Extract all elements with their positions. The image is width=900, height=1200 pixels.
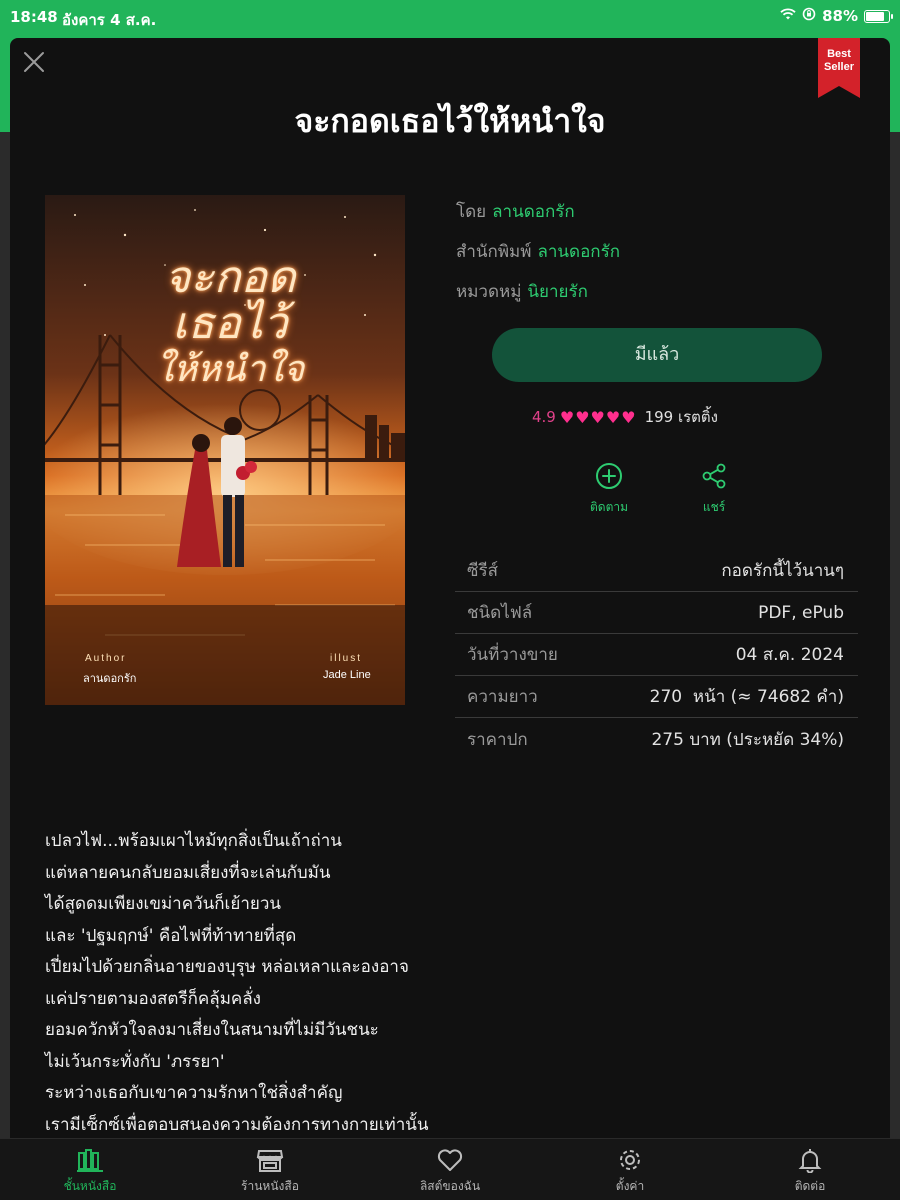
detail-row-file-type: ชนิดไฟล์ PDF, ePub xyxy=(455,592,858,634)
cover-title-line-3: ให้หนำใจ xyxy=(155,349,305,390)
cover-title-art: จะกอด เธอไว้ ให้หนำใจ xyxy=(115,255,345,393)
nav-contact[interactable]: ติดต่อ xyxy=(750,1147,870,1196)
battery-level xyxy=(866,11,885,21)
book-detail-sheet: Best Seller จะกอดเธอไว้ให้หนำใจ จะกอด เธ… xyxy=(10,38,890,1138)
synopsis-line: แค่ปรายตามองสตรีก็คลุ้มคลั่ง xyxy=(45,988,261,1009)
owned-button[interactable]: มีแล้ว xyxy=(492,328,822,382)
heart-icon xyxy=(437,1149,463,1171)
publisher-label: สำนักพิมพ์ xyxy=(456,242,532,262)
book-cover: จะกอด เธอไว้ ให้หนำใจ Author ลานดอกรัก i… xyxy=(45,195,405,705)
detail-value: กอดรักนี้ไว้นานๆ xyxy=(721,561,844,581)
nav-my-list[interactable]: ลิสต์ของฉัน xyxy=(390,1147,510,1196)
author-label: โดย xyxy=(456,202,487,222)
rating-row[interactable]: 4.9 ♥♥♥♥♥ 199 เรตติ้ง xyxy=(532,405,718,429)
orientation-lock-icon xyxy=(802,7,816,25)
nav-bookstore[interactable]: ร้านหนังสือ xyxy=(210,1147,330,1196)
nav-label: ตั้งค่า xyxy=(615,1179,645,1193)
best-seller-badge: Best Seller xyxy=(818,38,860,98)
detail-key: ราคาปก xyxy=(467,729,528,750)
cover-title-line-2: เธอไว้ xyxy=(172,298,288,349)
synopsis-line: เปี่ยมไปด้วยกลิ่นอายของบุรุษ หล่อเหลาและ… xyxy=(45,957,409,977)
battery-icon xyxy=(864,9,893,23)
bell-icon xyxy=(798,1149,822,1173)
synopsis-line: ได้สูดดมเพียงเขม่าควันก็เย้ายวน xyxy=(45,894,281,914)
badge-line-1: Best xyxy=(827,48,851,60)
cover-author-name: ลานดอกรัก xyxy=(83,672,137,685)
synopsis-line: แต่หลายคนกลับยอมเสี่ยงที่จะเล่นกับมัน xyxy=(45,862,331,883)
synopsis-line: เรามีเซ็กซ์เพื่อตอบสนองความต้องการทางกาย… xyxy=(45,1114,429,1135)
detail-row-release-date: วันที่วางขาย 04 ส.ค. 2024 xyxy=(455,634,858,676)
follow-label: ติดตาม xyxy=(589,500,629,514)
rating-count: 199 เรตติ้ง xyxy=(644,408,718,426)
close-icon xyxy=(24,52,44,72)
synopsis: เปลวไฟ...พร้อมเผาไหม้ทุกสิ่งเป็นเถ้าถ่าน… xyxy=(45,826,865,1138)
rating-score: 4.9 xyxy=(532,408,556,426)
battery-percent: 88% xyxy=(822,7,858,25)
detail-value: 04 ส.ค. 2024 xyxy=(735,645,844,665)
page-title: จะกอดเธอไว้ให้หนำใจ xyxy=(294,102,606,140)
detail-row-price: ราคาปก 275 บาท (ประหยัด 34%) xyxy=(455,718,858,760)
category-label: หมวดหมู่ xyxy=(456,282,522,302)
detail-row-length: ความยาว 270 หน้า (≈ 74682 คำ) xyxy=(455,676,858,718)
synopsis-line: เปลวไฟ...พร้อมเผาไหม้ทุกสิ่งเป็นเถ้าถ่าน xyxy=(45,831,342,851)
cover-illust-name: Jade Line xyxy=(323,669,371,681)
author-link[interactable]: ลานดอกรัก xyxy=(492,202,575,222)
nav-label: ติดต่อ xyxy=(794,1179,826,1193)
author-row: โดย ลานดอกรัก xyxy=(456,198,575,225)
synopsis-line: ไม่เว้นกระทั่งกับ 'ภรรยา' xyxy=(45,1051,225,1072)
detail-row-series[interactable]: ซีรีส์ กอดรักนี้ไว้นานๆ xyxy=(455,550,858,592)
category-link[interactable]: นิยายรัก xyxy=(527,282,588,302)
share-button[interactable]: แชร์ xyxy=(679,462,749,517)
detail-value: 275 บาท (ประหยัด 34%) xyxy=(651,729,844,750)
nav-settings[interactable]: ตั้งค่า xyxy=(570,1147,690,1196)
nav-label: ชั้นหนังสือ xyxy=(63,1179,117,1193)
publisher-row: สำนักพิมพ์ ลานดอกรัก xyxy=(456,238,620,265)
synopsis-line: ยอมควักหัวใจลงมาเสี่ยงในสนามที่ไม่มีวันช… xyxy=(45,1020,379,1040)
detail-key: ซีรีส์ xyxy=(467,561,499,581)
status-date: อังคาร 4 ส.ค. xyxy=(62,11,157,29)
bookshelf-icon xyxy=(77,1149,103,1172)
plus-circle-icon xyxy=(596,463,622,489)
close-button[interactable] xyxy=(22,50,46,74)
publisher-link[interactable]: ลานดอกรัก xyxy=(537,242,620,262)
gear-icon xyxy=(620,1150,640,1170)
rating-hearts-icon: ♥♥♥♥♥ xyxy=(559,407,637,427)
share-label: แชร์ xyxy=(702,500,726,514)
nav-label: ร้านหนังสือ xyxy=(241,1179,299,1193)
synopsis-line: ระหว่างเธอกับเขาความรักหาใช่สิ่งสำคัญ xyxy=(45,1083,343,1103)
detail-key: วันที่วางขาย xyxy=(467,645,558,665)
status-time: 18:48 xyxy=(10,8,58,26)
detail-key: ความยาว xyxy=(467,687,538,707)
status-bar: 18:48 อังคาร 4 ส.ค. 88% xyxy=(0,0,900,36)
category-row: หมวดหมู่ นิยายรัก xyxy=(456,278,588,305)
share-icon xyxy=(702,463,726,489)
status-indicators: 88% xyxy=(780,7,893,25)
detail-value: 270 หน้า (≈ 74682 คำ) xyxy=(649,687,844,707)
cover-title-line-1: จะกอด xyxy=(164,252,296,303)
bottom-nav: ชั้นหนังสือ ร้านหนังสือ ลิสต์ของฉัน ตั้ง… xyxy=(0,1138,900,1200)
cover-author-label: Author xyxy=(85,653,127,664)
wifi-icon xyxy=(780,7,796,25)
store-icon xyxy=(256,1150,284,1172)
cover-illust-label: illust xyxy=(330,653,363,664)
synopsis-line: และ 'ปฐมฤกษ์' คือไฟที่ท้าทายที่สุด xyxy=(45,925,297,946)
nav-label: ลิสต์ของฉัน xyxy=(419,1179,481,1193)
details-table: ซีรีส์ กอดรักนี้ไว้นานๆ ชนิดไฟล์ PDF, eP… xyxy=(455,550,858,760)
follow-button[interactable]: ติดตาม xyxy=(574,462,644,517)
badge-line-2: Seller xyxy=(824,61,854,73)
detail-value: PDF, ePub xyxy=(758,602,844,623)
nav-bookshelf[interactable]: ชั้นหนังสือ xyxy=(30,1147,150,1196)
detail-key: ชนิดไฟล์ xyxy=(467,603,533,623)
